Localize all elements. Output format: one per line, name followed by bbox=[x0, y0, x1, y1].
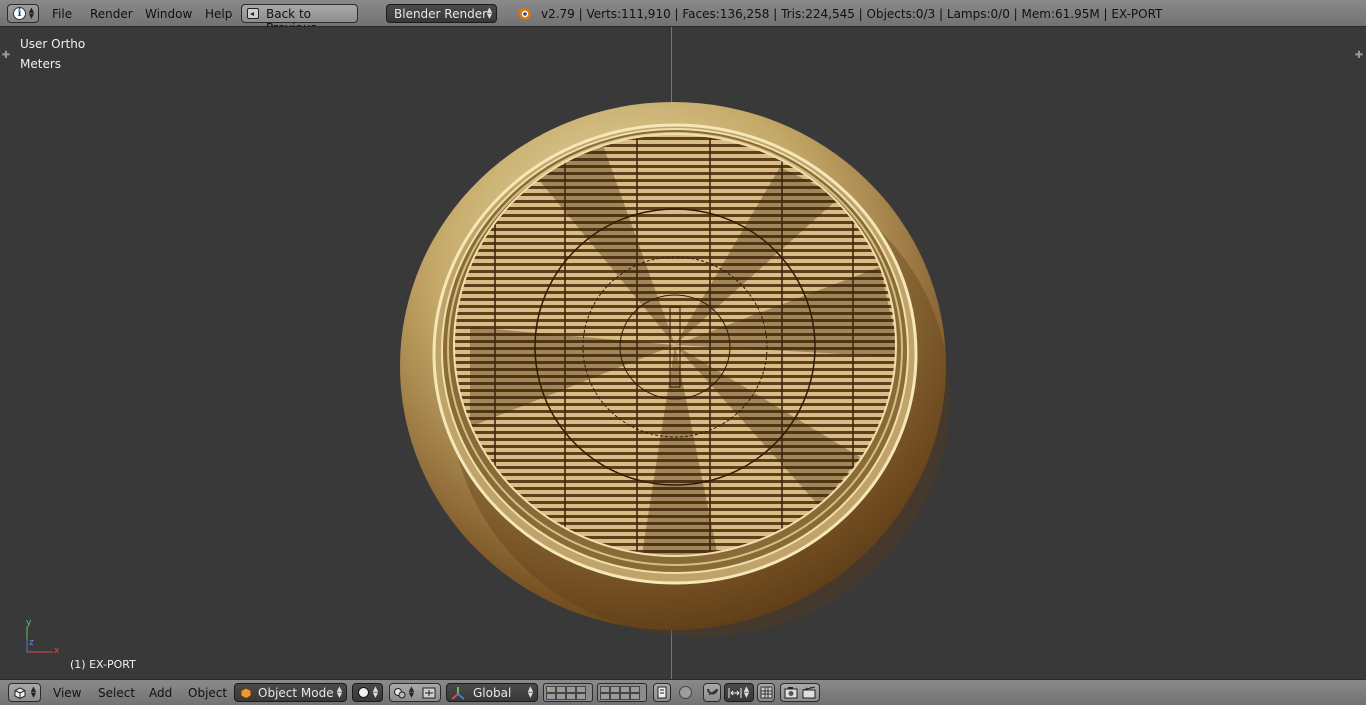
scene-stats: v2.79 | Verts:111,910 | Faces:136,258 | … bbox=[541, 7, 1163, 21]
updown-arrows-icon: ▲ ▼ bbox=[372, 685, 379, 699]
scene-layer-icon bbox=[657, 686, 667, 699]
menu-object[interactable]: Object bbox=[188, 686, 227, 700]
axis-x-label: x bbox=[54, 646, 60, 656]
object-mode-icon bbox=[240, 687, 252, 699]
clapperboard-icon bbox=[802, 686, 816, 699]
axis-z-label: z bbox=[29, 638, 34, 648]
layer-button[interactable] bbox=[620, 686, 630, 693]
layer-button[interactable] bbox=[610, 693, 620, 700]
updown-arrows-icon: ▲ ▼ bbox=[408, 685, 415, 699]
pivot-and-manipulator-group[interactable]: ▲ ▼ bbox=[389, 683, 441, 702]
axis-orientation-widget: y z x bbox=[26, 618, 60, 656]
layers-group-1[interactable] bbox=[543, 683, 593, 702]
snap-grid-icon bbox=[760, 686, 773, 699]
updown-arrows-icon: ▲ ▼ bbox=[527, 685, 534, 699]
layer-button[interactable] bbox=[566, 686, 576, 693]
snap-element-icon bbox=[422, 687, 436, 699]
3d-viewport[interactable]: ✚ ✚ User Ortho Meters y z x (1) EX-PORT bbox=[0, 27, 1366, 679]
render-engine-label: Blender Render bbox=[394, 7, 488, 21]
solid-shading-icon bbox=[358, 687, 369, 698]
layer-button[interactable] bbox=[620, 693, 630, 700]
snap-toggle-button[interactable] bbox=[703, 683, 721, 702]
transform-manipulator-icon bbox=[451, 687, 465, 700]
layer-button[interactable] bbox=[546, 693, 556, 700]
updown-arrows-icon: ▲ ▼ bbox=[486, 6, 493, 20]
updown-arrows-icon: ▲ ▼ bbox=[28, 6, 35, 20]
layer-button[interactable] bbox=[610, 686, 620, 693]
3d-view-header: ▲ ▼ View Select Add Object Object Mode ▲ ▼… bbox=[0, 679, 1366, 705]
layer-button[interactable] bbox=[556, 693, 566, 700]
snap-target-select[interactable]: ▲ ▼ bbox=[724, 683, 754, 702]
menu-render[interactable]: Render bbox=[90, 7, 133, 21]
layer-button[interactable] bbox=[600, 693, 610, 700]
layers-group-2[interactable] bbox=[597, 683, 647, 702]
updown-arrows-icon: ▲ ▼ bbox=[30, 685, 37, 699]
layer-button[interactable] bbox=[600, 686, 610, 693]
active-object-label: (1) EX-PORT bbox=[70, 658, 136, 671]
proportional-edit-button[interactable] bbox=[678, 685, 694, 701]
layer-button[interactable] bbox=[566, 693, 576, 700]
axis-y-label: y bbox=[26, 618, 32, 628]
info-icon: i bbox=[13, 7, 26, 20]
menu-view[interactable]: View bbox=[53, 686, 81, 700]
render-buttons-group[interactable] bbox=[780, 683, 820, 702]
render-engine-select[interactable]: Blender Render ▲ ▼ bbox=[386, 4, 497, 23]
layer-button[interactable] bbox=[556, 686, 566, 693]
menu-help[interactable]: Help bbox=[205, 7, 232, 21]
mode-label: Object Mode bbox=[258, 686, 334, 700]
lock-layers-button[interactable] bbox=[653, 683, 671, 702]
menu-select[interactable]: Select bbox=[98, 686, 135, 700]
back-to-previous-button[interactable]: Back to Previous bbox=[241, 4, 358, 35]
layer-button[interactable] bbox=[576, 693, 586, 700]
updown-arrows-icon: ▲ ▼ bbox=[743, 685, 750, 699]
cube-icon bbox=[14, 687, 26, 699]
editor-type-selector[interactable]: i ▲ ▼ bbox=[7, 4, 39, 23]
layer-button[interactable] bbox=[630, 693, 640, 700]
magnet-icon bbox=[707, 688, 718, 696]
menu-add[interactable]: Add bbox=[149, 686, 172, 700]
updown-arrows-icon: ▲ ▼ bbox=[336, 685, 343, 699]
camera-render-icon bbox=[784, 687, 798, 699]
back-screen-icon bbox=[247, 8, 259, 19]
transform-orientation-select[interactable]: Global ▲ ▼ bbox=[446, 683, 538, 702]
pivot-point-icon bbox=[394, 688, 406, 699]
info-header: i ▲▼ File Render Window Help Back to Pre… bbox=[0, 0, 1366, 35]
editor-type-selector-3d[interactable]: ▲ ▼ bbox=[8, 683, 41, 702]
blender-logo-icon bbox=[517, 8, 531, 20]
orientation-label: Global bbox=[473, 686, 512, 700]
snap-increment-icon bbox=[728, 688, 742, 698]
active-layer-dot-icon bbox=[547, 687, 550, 690]
layer-button[interactable] bbox=[630, 686, 640, 693]
coin-model[interactable] bbox=[0, 27, 1366, 679]
menu-file[interactable]: File bbox=[52, 7, 72, 21]
mode-select[interactable]: Object Mode ▲ ▼ bbox=[234, 683, 347, 702]
snap-options-button[interactable] bbox=[757, 683, 775, 702]
viewport-shading-select[interactable]: ▲ ▼ bbox=[352, 683, 383, 702]
layer-button[interactable] bbox=[576, 686, 586, 693]
menu-window[interactable]: Window bbox=[145, 7, 192, 21]
proportional-edit-icon bbox=[679, 686, 692, 699]
